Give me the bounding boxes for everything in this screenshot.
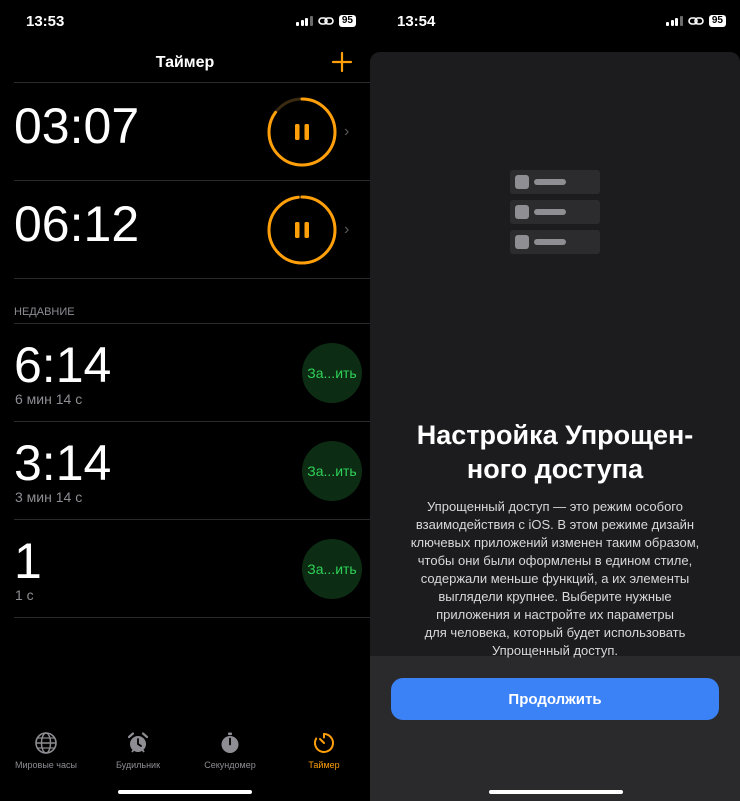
active-timer-row[interactable]: 06:12 › — [0, 181, 370, 279]
home-indicator[interactable] — [489, 790, 623, 794]
status-time: 13:53 — [26, 13, 65, 30]
tab-label: Будильник — [115, 760, 161, 770]
home-indicator[interactable] — [118, 790, 252, 794]
stopwatch-icon — [221, 732, 239, 753]
recent-duration-label: 6 мин 14 с — [15, 391, 83, 407]
pause-icon — [295, 124, 309, 140]
recent-timer-row[interactable]: 1 1 с За...ить — [0, 520, 370, 618]
tab-label: Таймер — [308, 760, 340, 770]
battery-icon: 95 — [338, 15, 356, 27]
start-button[interactable]: За...ить — [302, 441, 362, 501]
recent-duration-label: 3 мин 14 с — [15, 489, 83, 505]
plus-icon[interactable] — [328, 48, 356, 76]
pause-icon — [295, 222, 309, 238]
battery-icon: 95 — [708, 15, 726, 27]
pause-button[interactable] — [267, 195, 337, 265]
cellular-signal-icon — [296, 16, 313, 26]
tab-world-clock[interactable]: Мировые часы — [0, 731, 92, 770]
page-title: Таймер — [155, 54, 215, 71]
chevron-right-icon[interactable]: › — [344, 123, 349, 141]
globe-icon — [35, 732, 57, 754]
timer-remaining: 06:12 — [14, 196, 140, 252]
sheet-description: Упрощенный доступ — это режим особого вз… — [410, 499, 700, 658]
tab-bar: Мировые часы Будильник Секундомер Таймер — [0, 721, 370, 801]
nav-bar: Таймер — [0, 44, 370, 82]
cellular-signal-icon — [666, 16, 683, 26]
pause-button[interactable] — [267, 97, 337, 167]
recent-section-label: НЕДАВНИЕ — [14, 306, 75, 318]
list-illustration-icon — [510, 170, 600, 260]
recent-duration: 3:14 — [14, 435, 112, 491]
link-icon — [318, 17, 334, 25]
timer-progress-ring — [267, 195, 337, 265]
alarm-clock-icon — [127, 732, 149, 753]
link-icon — [688, 17, 704, 25]
tab-stopwatch[interactable]: Секундомер — [184, 731, 276, 770]
divider — [14, 278, 370, 279]
recent-duration: 6:14 — [14, 337, 112, 393]
timer-remaining: 03:07 — [14, 98, 140, 154]
chevron-right-icon[interactable]: › — [344, 221, 349, 239]
timer-icon — [314, 733, 334, 753]
recent-duration-label: 1 с — [15, 587, 34, 603]
recent-duration: 1 — [14, 533, 42, 589]
tab-label: Секундомер — [204, 760, 256, 770]
status-bar: 13:53 95 — [0, 0, 370, 44]
tab-label: Мировые часы — [15, 760, 77, 770]
assistive-access-screen: 13:54 95 Настройка Упрощен- ного доступа… — [370, 0, 740, 801]
status-bar: 13:54 95 — [370, 0, 740, 44]
start-button[interactable]: За...ить — [302, 343, 362, 403]
recent-timer-row[interactable]: 6:14 6 мин 14 с За...ить — [0, 324, 370, 422]
divider — [14, 617, 370, 618]
start-button[interactable]: За...ить — [302, 539, 362, 599]
sheet-title: Настройка Упрощен- ного доступа — [416, 420, 694, 484]
active-timer-row[interactable]: 03:07 › — [0, 83, 370, 181]
recent-timer-row[interactable]: 3:14 3 мин 14 с За...ить — [0, 422, 370, 520]
tab-timer[interactable]: Таймер — [278, 731, 370, 770]
status-time: 13:54 — [397, 13, 436, 30]
continue-button[interactable]: Продолжить — [391, 678, 719, 720]
timer-screen: 13:53 95 Таймер 03:07 › 06:12 › НЕДАВНИЕ… — [0, 0, 370, 801]
tab-alarm[interactable]: Будильник — [92, 731, 184, 770]
